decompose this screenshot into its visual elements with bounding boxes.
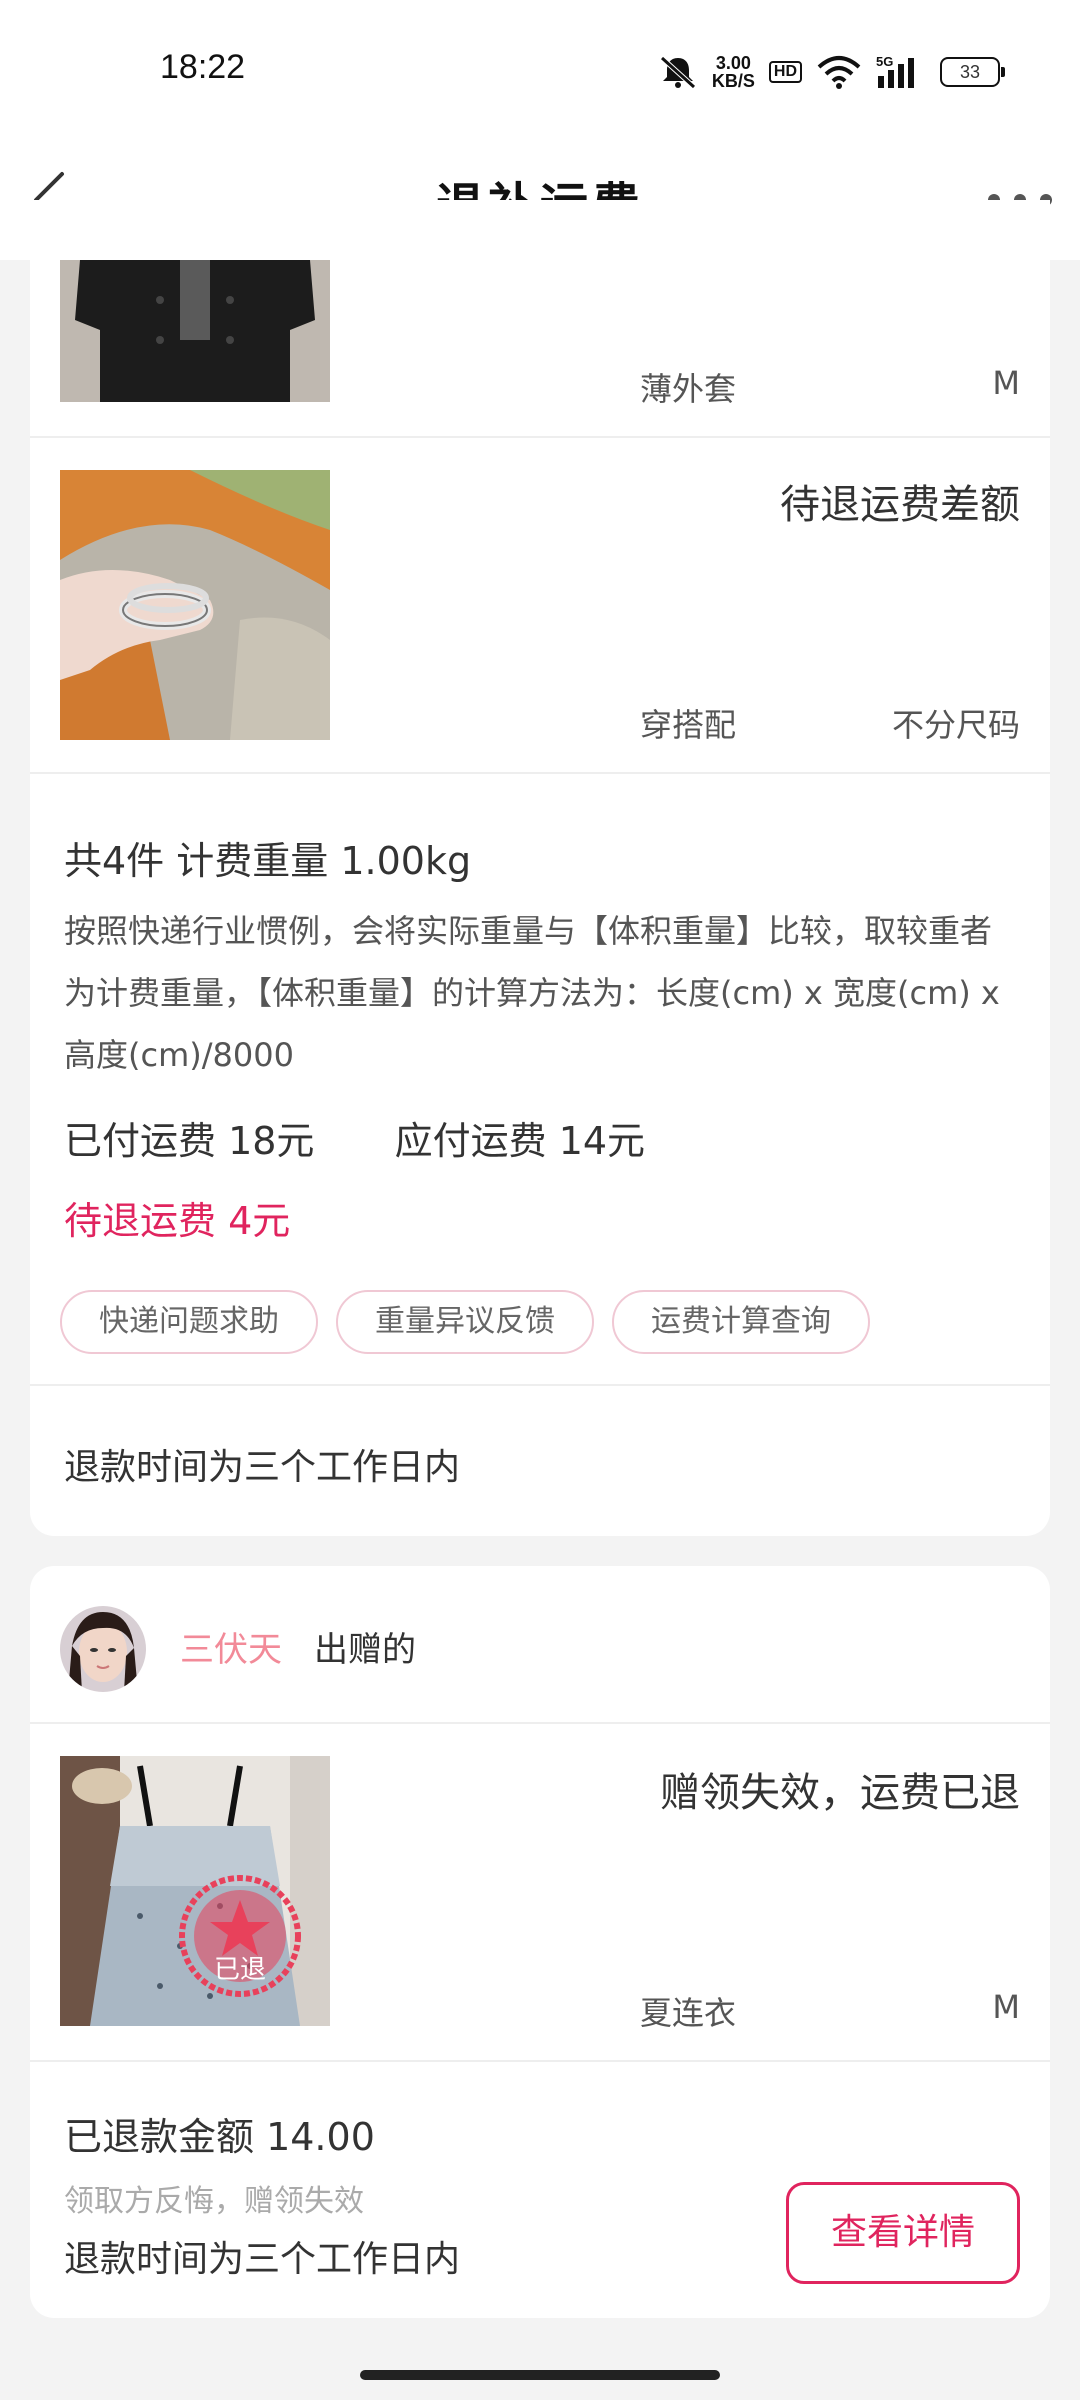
net-speed-unit: KB/S <box>711 71 755 91</box>
divider <box>30 2060 1050 2062</box>
refund-time-note: 退款时间为三个工作日内 <box>64 1447 461 1488</box>
item-status: 待退运费差额 <box>780 482 1020 528</box>
refund-amount: 已退款金额 14.00 <box>64 2115 375 2159</box>
item-image-ring[interactable] <box>60 470 330 740</box>
divider <box>30 1722 1050 1724</box>
weight-explanation: 按照快递行业惯例，会将实际重量与【体积重量】比较，取较重者为计费重量，【体积重量… <box>64 912 1000 1074</box>
item-status: 赠领失效，运费已退 <box>660 1770 1020 1816</box>
gift-card: 三伏天 出赠的 已退 赠领失效，运费已退 夏连衣 M 已退款金额 14.00 领… <box>30 1566 1050 2318</box>
item-image-jacket[interactable] <box>60 260 330 402</box>
status-bar: 18:22 3.00 KB/S HD 5G 33 <box>0 0 1080 140</box>
net-speed: 3.00 KB/S <box>712 52 755 92</box>
item-name: 薄外套 <box>640 370 737 408</box>
item-image-dress[interactable]: 已退 <box>60 1756 330 2026</box>
pending-refund: 待退运费 4元 <box>64 1199 291 1243</box>
gift-label: 出赠的 <box>314 1630 416 1670</box>
home-indicator[interactable] <box>360 2370 720 2380</box>
divider <box>30 1384 1050 1386</box>
view-details-button[interactable]: 查看详情 <box>786 2182 1020 2284</box>
help-chips: 快递问题求助 重量异议反馈 运费计算查询 <box>60 1290 1020 1354</box>
mute-icon <box>658 52 698 92</box>
order-card: 薄外套 M 待退运费差额 穿搭配 不分尺码 共4件 计费重量 1.00kg 按照… <box>30 200 1050 1536</box>
battery-icon: 33 <box>940 52 1005 92</box>
item-name: 穿搭配 <box>640 706 737 744</box>
status-icons: 3.00 KB/S HD 5G 33 <box>658 50 1005 94</box>
refund-time-note: 退款时间为三个工作日内 <box>64 2239 461 2280</box>
item-size: M <box>992 1988 1020 2026</box>
regret-note: 领取方反悔，赠领失效 <box>64 2184 364 2219</box>
chip-fee-calculation[interactable]: 运费计算查询 <box>612 1290 870 1354</box>
item-name: 夏连衣 <box>640 1994 737 2032</box>
gifter-name[interactable]: 三伏天 <box>180 1622 282 1671</box>
divider <box>30 436 1050 438</box>
network-label: 5G <box>876 54 893 69</box>
divider <box>30 772 1050 774</box>
paid-shipping: 已付运费 18元 <box>64 1119 315 1163</box>
chip-express-help[interactable]: 快递问题求助 <box>60 1290 318 1354</box>
battery-level: 33 <box>940 57 1005 87</box>
signal-icon: 5G <box>876 52 926 92</box>
item-size: 不分尺码 <box>891 706 1020 744</box>
svg-text:已退: 已退 <box>214 1955 266 1985</box>
status-time: 18:22 <box>160 48 246 86</box>
hd-badge: HD <box>768 61 802 83</box>
fee-summary: 共4件 计费重量 1.00kg <box>64 839 472 883</box>
refunded-stamp: 已退 <box>179 1875 301 1997</box>
net-speed-value: 3.00 <box>715 53 751 73</box>
due-shipping: 应付运费 14元 <box>394 1119 646 1163</box>
wifi-icon <box>816 52 862 92</box>
avatar[interactable] <box>60 1606 146 1692</box>
item-size: M <box>992 364 1020 402</box>
chip-weight-dispute[interactable]: 重量异议反馈 <box>336 1290 594 1354</box>
shipping-fee-row: 已付运费 18元 应付运费 14元 <box>64 1110 645 1165</box>
